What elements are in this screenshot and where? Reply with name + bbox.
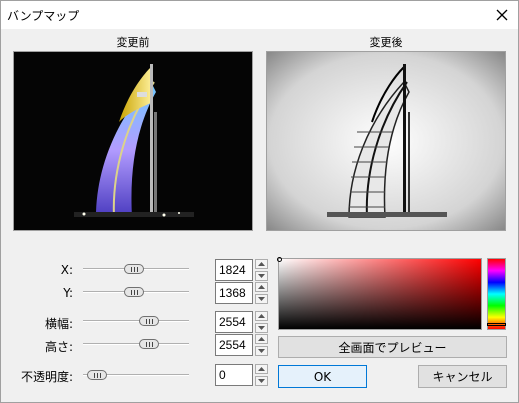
- spin-up-icon[interactable]: [255, 334, 268, 344]
- x-input[interactable]: 1824: [215, 259, 253, 281]
- cancel-button[interactable]: キャンセル: [418, 365, 507, 388]
- fullscreen-preview-button[interactable]: 全画面でプレビュー: [278, 336, 507, 358]
- width-slider[interactable]: [83, 314, 189, 328]
- preview-before-image: [13, 51, 253, 231]
- height-input[interactable]: 2554: [215, 334, 253, 356]
- y-input[interactable]: 1368: [215, 282, 253, 304]
- color-saturation-area[interactable]: [277, 257, 482, 330]
- x-slider-thumb[interactable]: [124, 264, 145, 274]
- height-spinner[interactable]: [255, 334, 268, 356]
- color-cursor[interactable]: [277, 257, 282, 262]
- x-spinner[interactable]: [255, 259, 268, 281]
- height-slider-thumb[interactable]: [139, 339, 160, 349]
- caption-after: 変更後: [369, 36, 403, 49]
- spin-up-icon[interactable]: [255, 259, 268, 269]
- window-title: バンプマップ: [7, 9, 80, 23]
- spin-up-icon[interactable]: [255, 311, 268, 321]
- spin-down-icon[interactable]: [255, 346, 268, 356]
- close-button[interactable]: [486, 1, 518, 29]
- opacity-slider[interactable]: [83, 368, 189, 382]
- hue-strip[interactable]: [487, 258, 506, 330]
- width-slider-thumb[interactable]: [139, 316, 160, 326]
- title-bar: バンプマップ: [1, 1, 518, 29]
- width-input[interactable]: 2554: [215, 311, 253, 333]
- opacity-input[interactable]: 0: [215, 364, 253, 386]
- spin-down-icon[interactable]: [255, 376, 268, 386]
- height-slider[interactable]: [83, 337, 189, 351]
- ok-button[interactable]: OK: [278, 365, 367, 388]
- y-slider-thumb[interactable]: [124, 287, 145, 297]
- hue-marker[interactable]: [487, 323, 506, 326]
- opacity-label: 不透明度:: [20, 370, 73, 384]
- width-spinner[interactable]: [255, 311, 268, 333]
- y-spinner[interactable]: [255, 282, 268, 304]
- spin-up-icon[interactable]: [255, 282, 268, 292]
- spin-up-icon[interactable]: [255, 364, 268, 374]
- bumpmap-dialog: バンプマップ 変更前 変更後 X: 1824 Y: 1368 横幅: 2554 …: [0, 0, 519, 403]
- y-label: Y:: [63, 286, 73, 300]
- preview-after-image: [266, 51, 506, 231]
- caption-before: 変更前: [116, 36, 150, 49]
- y-slider[interactable]: [83, 285, 189, 299]
- spin-down-icon[interactable]: [255, 271, 268, 281]
- opacity-spinner[interactable]: [255, 364, 268, 386]
- height-label: 高さ:: [44, 340, 73, 354]
- x-slider[interactable]: [83, 262, 189, 276]
- x-label: X:: [60, 263, 73, 277]
- spin-down-icon[interactable]: [255, 294, 268, 304]
- opacity-slider-thumb[interactable]: [87, 370, 107, 380]
- close-icon: [496, 9, 508, 21]
- spin-down-icon[interactable]: [255, 323, 268, 333]
- width-label: 横幅:: [44, 317, 73, 331]
